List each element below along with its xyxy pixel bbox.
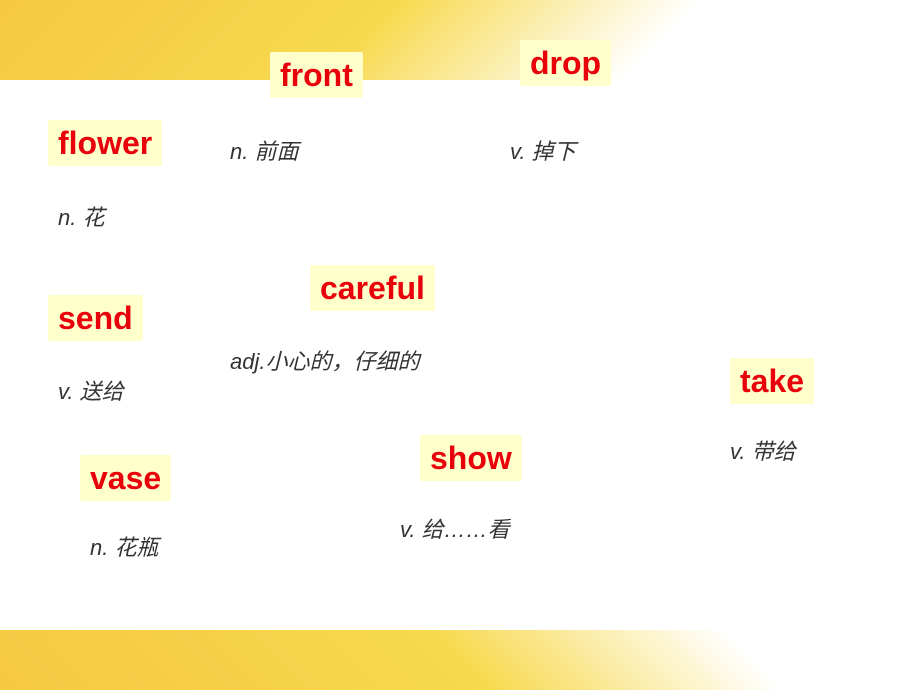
word-card-vase: vase — [80, 455, 171, 501]
word-english-front: front — [280, 56, 353, 94]
word-def-front: n. 前面 — [220, 130, 308, 170]
word-card-show: show — [420, 435, 522, 481]
main-content: flower n. 花 front n. 前面 drop v. 掉下 caref… — [0, 0, 920, 690]
word-card-careful: careful — [310, 265, 435, 311]
word-def-text-drop: v. 掉下 — [510, 134, 576, 166]
word-card-take: take — [730, 358, 814, 404]
word-def-text-careful: adj.小心的，仔细的 — [230, 344, 419, 376]
word-def-text-front: n. 前面 — [230, 134, 298, 166]
word-def-text-send: v. 送给 — [58, 374, 124, 406]
word-def-careful: adj.小心的，仔细的 — [220, 340, 429, 380]
word-def-drop: v. 掉下 — [500, 130, 586, 170]
word-def-text-take: v. 带给 — [730, 434, 796, 466]
word-card-send: send — [48, 295, 143, 341]
word-def-flower: n. 花 — [48, 196, 114, 236]
word-english-send: send — [58, 299, 133, 337]
word-def-text-show: v. 给……看 — [400, 512, 510, 544]
word-def-vase: n. 花瓶 — [80, 526, 168, 566]
word-def-take: v. 带给 — [720, 430, 806, 470]
word-english-drop: drop — [530, 44, 601, 82]
word-def-show: v. 给……看 — [390, 508, 520, 548]
word-english-show: show — [430, 439, 512, 477]
word-card-flower: flower — [48, 120, 162, 166]
word-def-text-vase: n. 花瓶 — [90, 530, 158, 562]
word-def-send: v. 送给 — [48, 370, 134, 410]
word-english-flower: flower — [58, 124, 152, 162]
word-english-vase: vase — [90, 459, 161, 497]
word-english-careful: careful — [320, 269, 425, 307]
word-english-take: take — [740, 362, 804, 400]
word-card-front: front — [270, 52, 363, 98]
word-def-text-flower: n. 花 — [58, 200, 104, 232]
word-card-drop: drop — [520, 40, 611, 86]
